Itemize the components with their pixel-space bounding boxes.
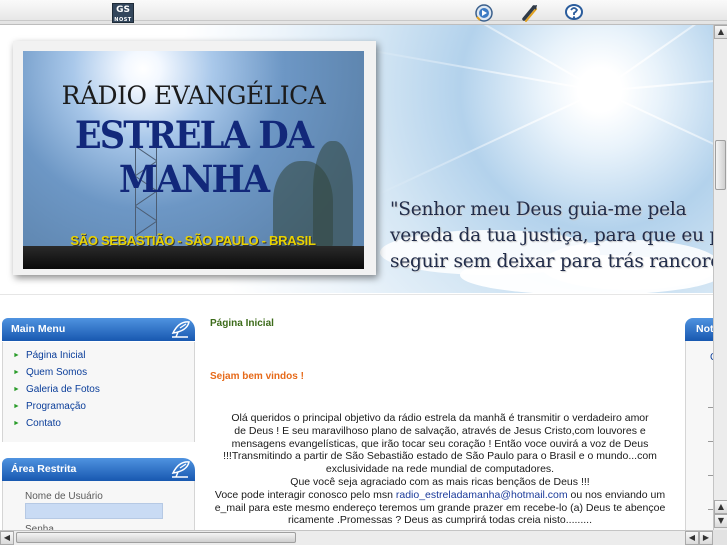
top-toolbar: GS NOST	[0, 0, 727, 25]
restricted-area-title: Área Restrita	[11, 463, 77, 475]
banner-image: RÁDIO EVANGÉLICA ESTRELA DA MANHA SÃO SE…	[23, 51, 364, 269]
paragraph-line: exclusividade na rede mundial de computa…	[325, 463, 555, 476]
arrow-right-icon: ►	[13, 352, 20, 359]
site-header: RÁDIO EVANGÉLICA ESTRELA DA MANHA SÃO SE…	[0, 25, 713, 293]
gs-badge-sublabel: NOST	[114, 17, 132, 23]
toolbar-divider	[0, 20, 727, 21]
main-menu-header: Main Menu	[2, 318, 195, 341]
gs-badge-label: GS	[116, 5, 130, 15]
username-label: Nome de Usuário	[25, 491, 103, 502]
scrollbar-corner	[713, 530, 727, 545]
gs-logo-button[interactable]: GS NOST	[112, 3, 134, 23]
banner-ground	[23, 246, 364, 269]
welcome-text: Olá queridos o principal objetivo da rád…	[200, 412, 680, 527]
scroll-up-button[interactable]: ▲	[714, 500, 727, 514]
paragraph-line: ricamente .Promessas ? Deus as cumprirá …	[287, 514, 593, 527]
menu-item-label: Galeria de Fotos	[25, 384, 100, 395]
media-player-icon[interactable]	[474, 3, 494, 22]
right-panel-title: Not	[696, 323, 713, 335]
quote-line: "Senhor meu Deus guia-me pela	[390, 199, 687, 220]
menu-item-label: Contato	[25, 418, 61, 429]
right-panel-header: Not	[685, 318, 713, 341]
msn-prefix: Voce pode interagir conosco pelo msn	[214, 488, 396, 501]
paragraph-line: Que você seja agraciado com as mais rica…	[290, 475, 590, 488]
help-icon[interactable]	[564, 3, 584, 22]
browser-page: GS NOST RÁDIO EVANGÉLICA ESTRELA DA MANH…	[0, 0, 727, 545]
station-banner: RÁDIO EVANGÉLICA ESTRELA DA MANHA SÃO SE…	[13, 41, 376, 275]
tools-icon[interactable]	[520, 3, 540, 22]
menu-item-label: Quem Somos	[25, 367, 88, 378]
menu-item-quem-somos[interactable]: ► Quem Somos	[13, 367, 87, 378]
paragraph-line: Olá queridos o principal objetivo da rád…	[231, 412, 649, 424]
banner-title-line2: ESTRELA DA MANHA	[74, 113, 314, 201]
arrow-right-icon: ►	[13, 403, 20, 410]
restricted-area-header: Área Restrita	[2, 458, 195, 481]
login-form: Nome de Usuário Senha	[2, 481, 195, 535]
horizontal-scroll-thumb[interactable]	[16, 532, 296, 543]
arrow-right-icon: ►	[13, 420, 20, 427]
main-menu-list: ► Página Inicial ► Quem Somos ► Galeria de …	[2, 342, 195, 442]
main-content: Página Inicial Sejam bem vindos ! Olá qu…	[200, 305, 680, 530]
vertical-scroll-thumb[interactable]	[715, 140, 726, 190]
menu-item-contato[interactable]: ► Contato	[13, 418, 61, 429]
right-panel: C	[685, 341, 717, 530]
msn-email-link[interactable]: radio_estreladamanha@hotmail.com	[396, 489, 568, 501]
msn-suffix: ou nos enviando um	[567, 488, 666, 501]
menu-item-galeria-de-fotos[interactable]: ► Galeria de Fotos	[13, 384, 100, 395]
arrow-right-icon: ►	[13, 369, 20, 376]
sun-ray	[373, 90, 601, 198]
main-menu-title: Main Menu	[11, 323, 66, 335]
quote-line: seguir sem deixar para trás rancores	[390, 251, 713, 272]
page-title: Página Inicial	[210, 318, 274, 329]
scroll-up-button[interactable]: ▲	[714, 25, 727, 39]
quote-line: vereda da tua justiça, para que eu p	[390, 225, 713, 246]
satellite-dish-icon	[169, 319, 191, 339]
arrow-right-icon: ►	[13, 386, 20, 393]
sun-ray	[599, 90, 713, 198]
menu-item-programacao[interactable]: ► Programação	[13, 401, 86, 412]
vertical-scrollbar[interactable]: ▲ ▲ ▼	[713, 25, 727, 530]
horizontal-scrollbar[interactable]: ◀ ◀ ▶	[0, 530, 713, 545]
header-divider	[0, 294, 713, 295]
username-input[interactable]	[25, 503, 163, 519]
banner-title-line1: RÁDIO EVANGÉLICA	[61, 81, 326, 110]
satellite-dish-icon	[169, 459, 191, 479]
menu-item-label: Programação	[25, 401, 86, 412]
scroll-down-button[interactable]: ▼	[714, 514, 727, 528]
paragraph-line: !!!Transmitindo a partir de São Sebastiã…	[223, 450, 657, 463]
menu-item-pagina-inicial[interactable]: ► Página Inicial	[13, 350, 85, 361]
msn-line: Voce pode interagir conosco pelo msn rad…	[200, 489, 680, 502]
scroll-left-button[interactable]: ◀	[0, 531, 14, 545]
paragraph-line: mensagens evangelísticas, que irão tocar…	[231, 437, 649, 450]
scroll-right-button[interactable]: ▶	[699, 531, 713, 545]
banner-location: SÃO SEBASTIÃO - SÃO PAULO - BRASIL	[70, 233, 316, 248]
scroll-left-button[interactable]: ◀	[685, 531, 699, 545]
paragraph-line: de Deus ! E seu maravilhoso plano de sal…	[234, 424, 646, 437]
menu-item-label: Página Inicial	[25, 350, 86, 361]
welcome-heading: Sejam bem vindos !	[210, 371, 304, 382]
paragraph-line: e_mail para este mesmo endereço teremos …	[214, 501, 666, 514]
header-quote: "Senhor meu Deus guia-me pela vereda da …	[390, 197, 713, 275]
